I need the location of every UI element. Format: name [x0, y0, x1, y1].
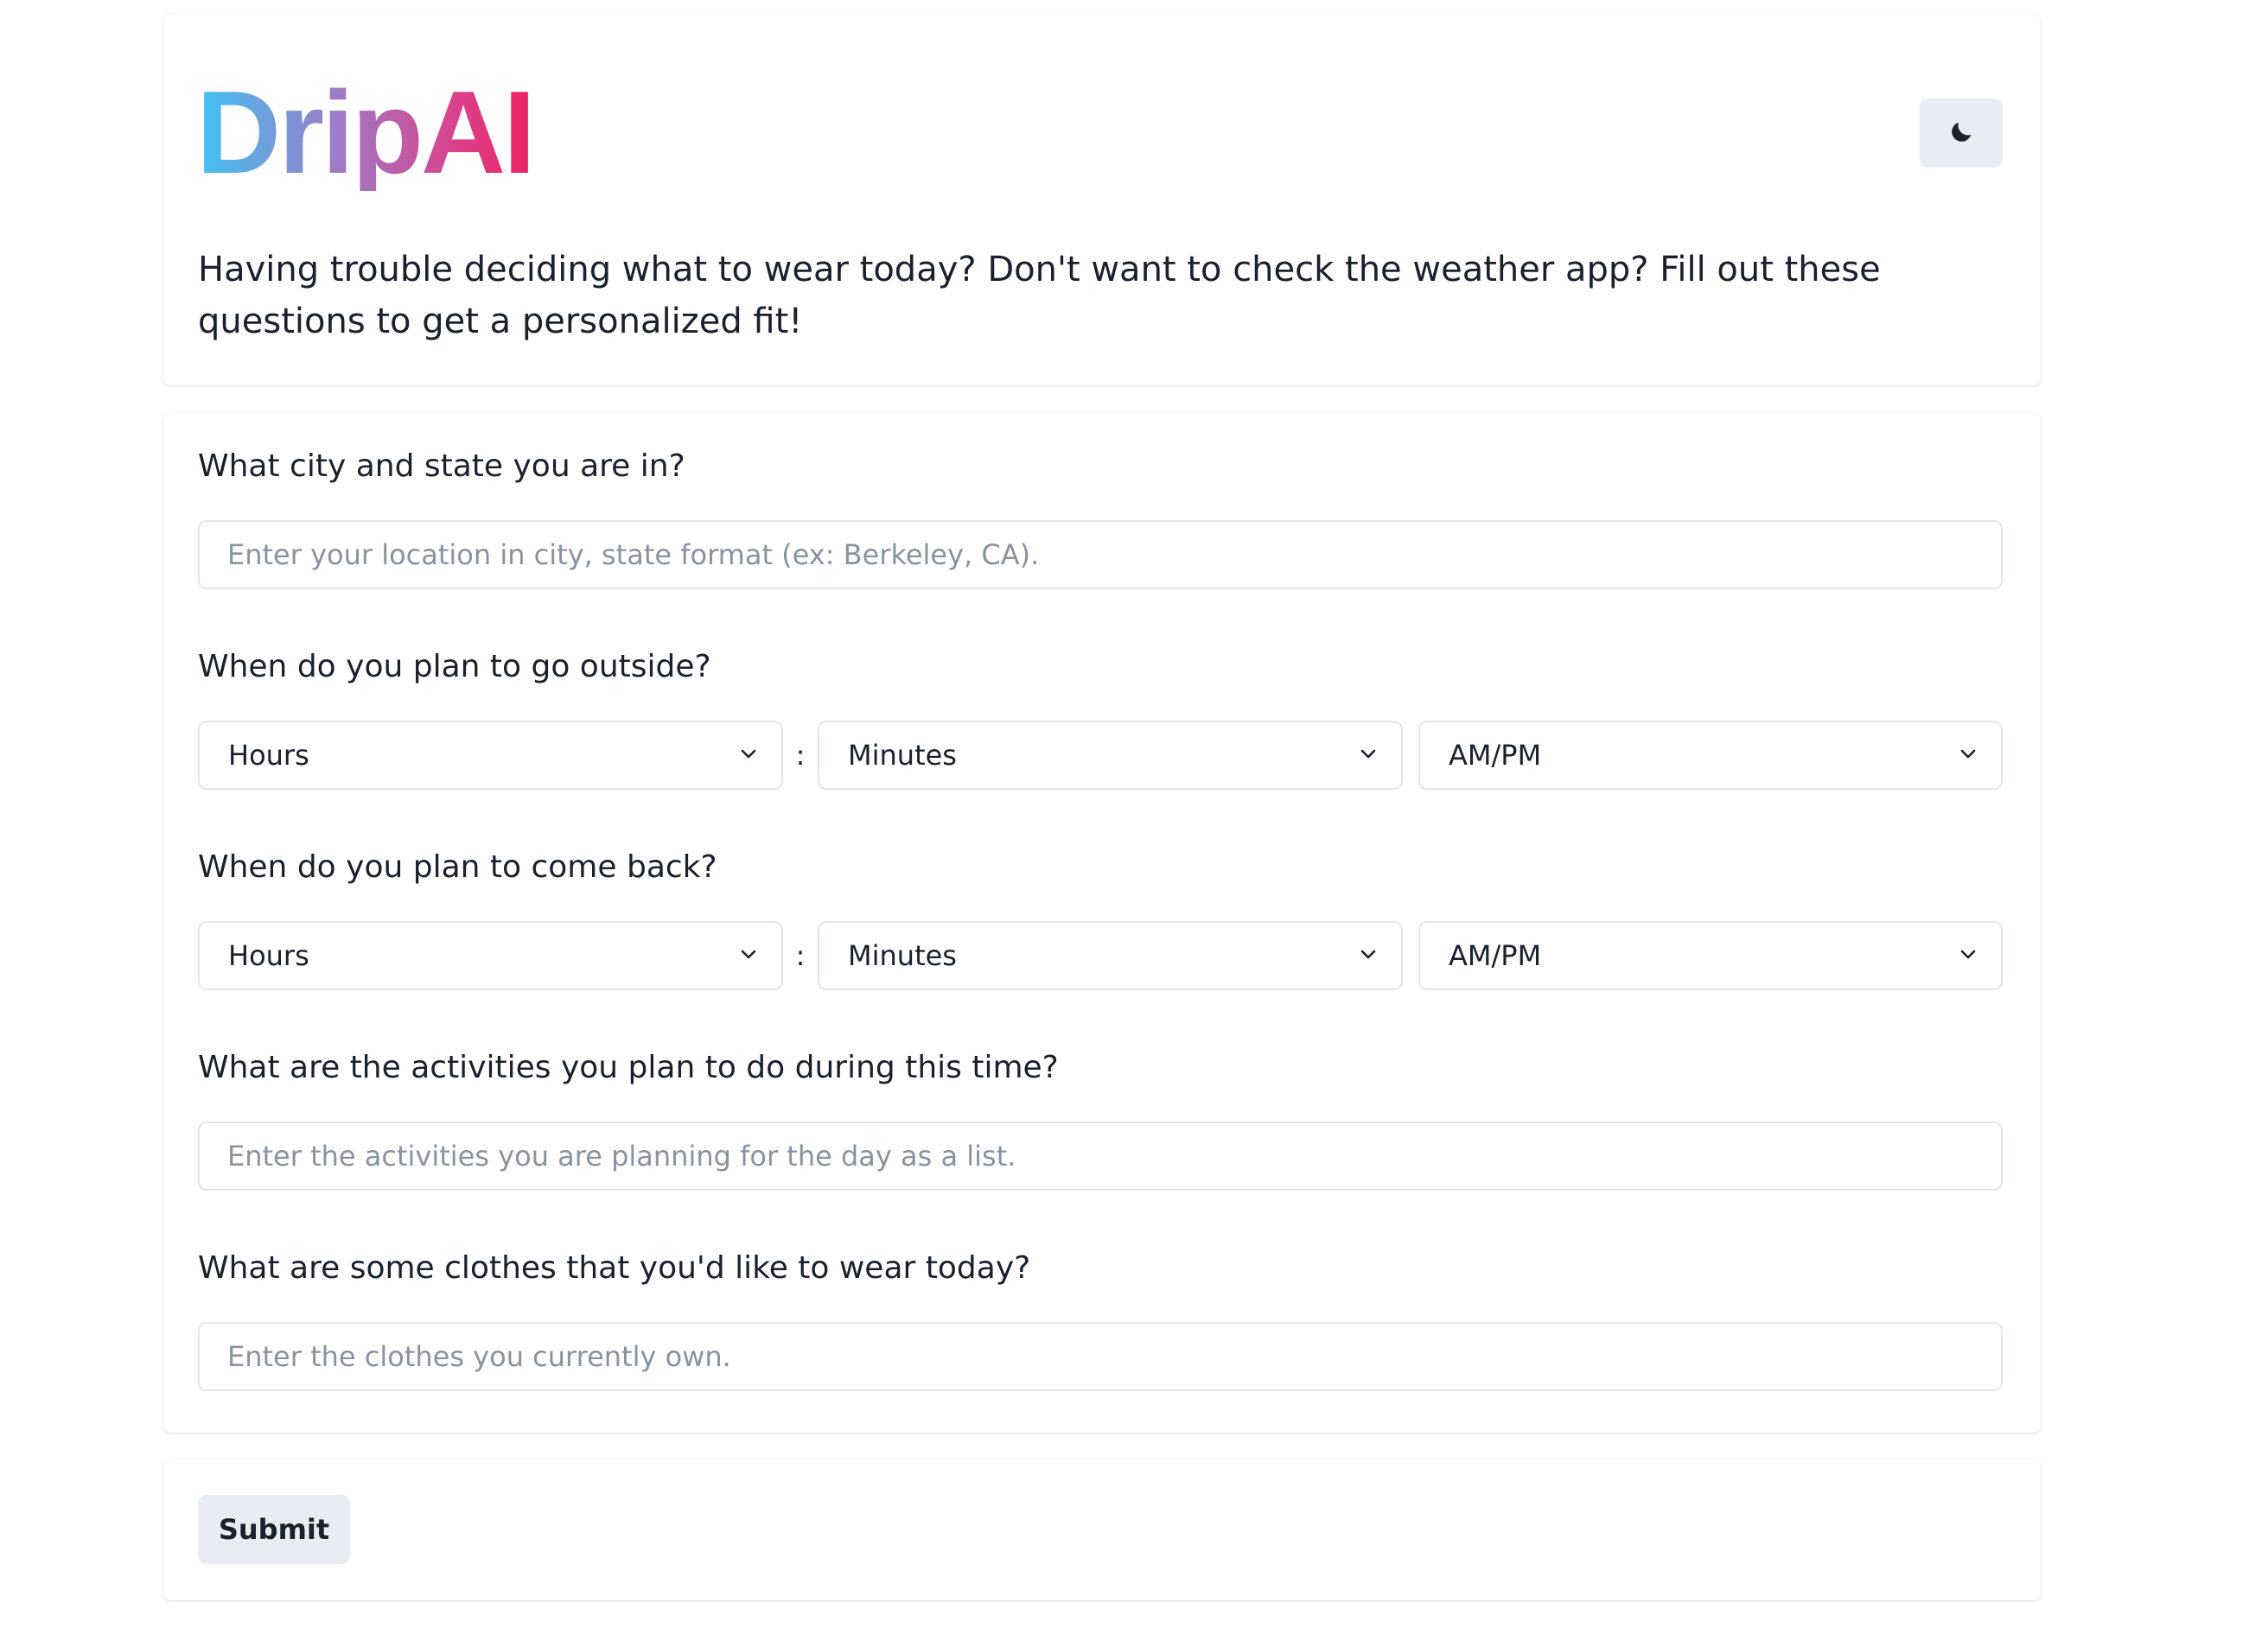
activities-input[interactable]	[198, 1122, 2003, 1191]
clothes-input[interactable]	[198, 1322, 2003, 1391]
chevron-down-icon	[1358, 944, 1379, 968]
time-separator: :	[795, 739, 806, 772]
intro-text: Having trouble deciding what to wear tod…	[198, 250, 1881, 341]
leave-time-label: When do you plan to go outside?	[198, 649, 711, 684]
return-ampm-select[interactable]: AM/PM	[1418, 921, 2003, 990]
form-card: What city and state you are in? When do …	[163, 413, 2041, 1433]
app-logo: DripAI	[196, 67, 536, 198]
return-time-label: When do you plan to come back?	[198, 849, 717, 885]
chevron-down-icon	[738, 944, 759, 968]
clothes-label: What are some clothes that you'd like to…	[198, 1250, 1031, 1286]
activities-label: What are the activities you plan to do d…	[198, 1050, 1059, 1085]
moon-icon	[1947, 118, 1975, 149]
return-minutes-value: Minutes	[848, 939, 957, 972]
chevron-down-icon	[1358, 743, 1379, 767]
location-input[interactable]	[198, 520, 2003, 589]
leave-ampm-select[interactable]: AM/PM	[1418, 721, 2003, 790]
return-hours-select[interactable]: Hours	[198, 921, 783, 990]
leave-minutes-select[interactable]: Minutes	[818, 721, 1403, 790]
submit-card: Submit	[163, 1460, 2041, 1600]
theme-toggle-button[interactable]	[1920, 99, 2003, 168]
return-ampm-value: AM/PM	[1449, 939, 1542, 972]
chevron-down-icon	[738, 743, 759, 767]
leave-minutes-value: Minutes	[848, 739, 957, 772]
leave-hours-value: Hours	[228, 739, 309, 772]
location-label: What city and state you are in?	[198, 448, 685, 484]
chevron-down-icon	[1958, 743, 1978, 767]
submit-button[interactable]: Submit	[198, 1495, 350, 1564]
header-card: DripAI Having trouble deciding what to w…	[163, 15, 2041, 385]
leave-hours-select[interactable]: Hours	[198, 721, 783, 790]
leave-ampm-value: AM/PM	[1449, 739, 1542, 772]
chevron-down-icon	[1958, 944, 1978, 968]
return-minutes-select[interactable]: Minutes	[818, 921, 1403, 990]
return-hours-value: Hours	[228, 939, 309, 972]
time-separator: :	[795, 939, 806, 972]
